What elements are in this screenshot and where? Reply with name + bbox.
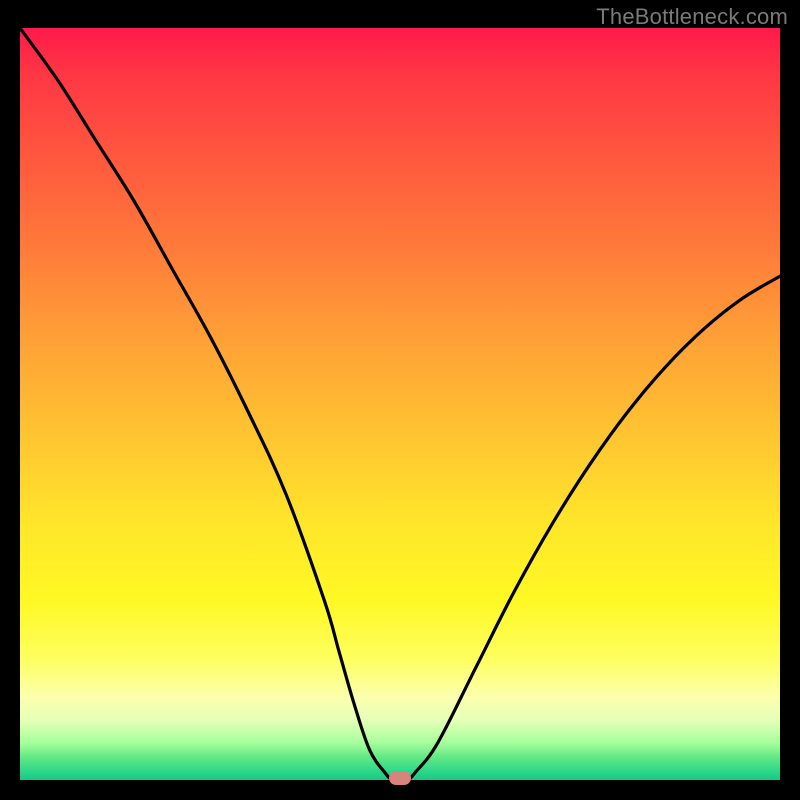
bottleneck-curve: [20, 28, 780, 780]
optimum-marker: [389, 771, 411, 785]
chart-frame: TheBottleneck.com: [0, 0, 800, 800]
watermark-text: TheBottleneck.com: [596, 4, 788, 30]
plot-area: [20, 28, 780, 780]
curve-svg: [20, 28, 780, 780]
